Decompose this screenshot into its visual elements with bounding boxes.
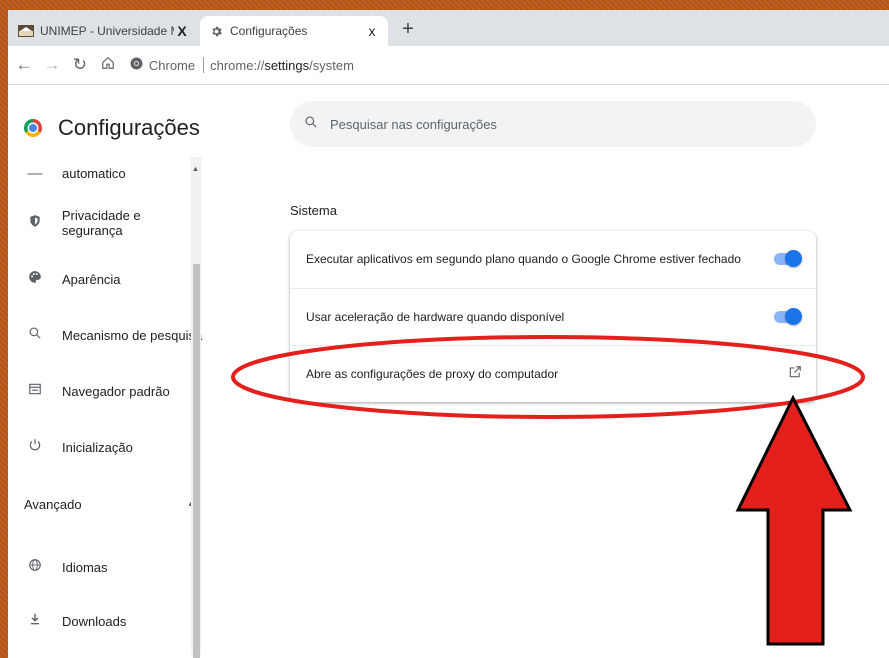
sidebar-scrollbar-thumb[interactable]: [193, 264, 200, 658]
tab-strip: UNIMEP - Universidade Metodist X Configu…: [8, 10, 889, 46]
settings-header: Configurações: [24, 115, 200, 141]
search-placeholder: Pesquisar nas configurações: [330, 116, 497, 132]
chip-label: Chrome: [148, 57, 196, 73]
search-icon: [304, 115, 318, 133]
sidebar-item-label: Privacidade e segurança: [61, 208, 141, 238]
chrome-logo-icon: [24, 119, 42, 137]
sidebar-item-default-browser[interactable]: Navegador padrão: [8, 377, 204, 405]
background-apps-toggle[interactable]: [774, 250, 802, 267]
palette-icon: [26, 270, 44, 288]
setting-row-hardware-acceleration[interactable]: Usar aceleração de hardware quando dispo…: [290, 288, 816, 344]
address-bar[interactable]: Chrome chrome://settings/system: [130, 51, 889, 79]
browser-icon: [26, 382, 44, 400]
new-tab-button[interactable]: +: [396, 18, 420, 41]
back-icon[interactable]: ←: [12, 55, 36, 75]
sidebar-item-privacy[interactable]: Privacidade e segurança: [8, 208, 204, 238]
home-icon[interactable]: [96, 55, 120, 75]
url-path: /system: [309, 57, 354, 73]
sidebar-item-label: Idiomas: [62, 559, 108, 575]
sidebar-item-label: Mecanismo de pesquisa: [62, 327, 203, 343]
advanced-toggle[interactable]: Avançado ▲: [24, 497, 194, 512]
sidebar-item-startup[interactable]: Inicialização: [8, 433, 204, 461]
sidebar-item-languages[interactable]: Idiomas: [8, 553, 204, 581]
sidebar-item-downloads[interactable]: Downloads: [8, 607, 204, 635]
chrome-chip: Chrome: [130, 57, 205, 73]
external-link-icon[interactable]: [788, 365, 802, 382]
minus-icon: —: [27, 164, 43, 182]
tab-title: UNIMEP - Universidade Metodist: [40, 24, 174, 38]
browser-window: UNIMEP - Universidade Metodist X Configu…: [8, 10, 889, 658]
sidebar-item-label: Inicialização: [62, 439, 133, 455]
setting-label: Usar aceleração de hardware quando dispo…: [306, 309, 565, 324]
search-input[interactable]: Pesquisar nas configurações: [290, 101, 816, 147]
close-tab-button[interactable]: x: [364, 23, 380, 39]
tab-unimep[interactable]: UNIMEP - Universidade Metodist X: [10, 16, 198, 46]
setting-row-background-apps[interactable]: Executar aplicativos em segundo plano qu…: [290, 231, 816, 287]
forward-icon[interactable]: →: [40, 55, 64, 75]
sidebar-item-label: Navegador padrão: [62, 383, 170, 399]
sidebar-item-partial[interactable]: — automatico: [8, 159, 204, 187]
power-icon: [26, 438, 44, 456]
settings-page: Configurações Pesquisar nas configuraçõe…: [8, 85, 889, 658]
hardware-acceleration-toggle[interactable]: [774, 307, 802, 325]
page-title: Configurações: [58, 115, 200, 140]
reload-icon[interactable]: ↻: [68, 55, 92, 75]
setting-row-proxy[interactable]: Abre as configurações de proxy do comput…: [290, 345, 816, 401]
tab-title: Configurações: [230, 24, 308, 38]
search-icon: [26, 326, 44, 344]
gear-icon: [208, 24, 224, 38]
url-prefix: chrome://: [210, 57, 265, 73]
setting-label: Executar aplicativos em segundo plano qu…: [306, 252, 741, 266]
shield-icon: [26, 213, 44, 233]
download-icon: [26, 612, 44, 630]
toolbar: ← → ↻ Chrome chrome://settings/system: [8, 46, 889, 85]
sidebar-item-label: Aparência: [62, 271, 121, 287]
advanced-label: Avançado: [24, 497, 82, 512]
sidebar-item-appearance[interactable]: Aparência: [8, 265, 204, 293]
system-settings-card: Executar aplicativos em segundo plano qu…: [290, 231, 816, 402]
chrome-logo-icon: [130, 57, 143, 73]
setting-label: Abre as configurações de proxy do comput…: [306, 366, 559, 381]
close-tab-button[interactable]: X: [174, 23, 190, 39]
sidebar: — automatico Privacidade e segurança Apa…: [8, 155, 204, 658]
globe-icon: [26, 558, 44, 576]
section-title: Sistema: [290, 203, 337, 218]
unimep-logo-icon: [18, 24, 34, 38]
scroll-up-arrow-icon[interactable]: ▲: [192, 166, 199, 173]
sidebar-item-label: Downloads: [62, 613, 127, 629]
tab-settings[interactable]: Configurações x: [200, 16, 388, 46]
sidebar-item-search-engine[interactable]: Mecanismo de pesquisa: [8, 321, 204, 349]
url-host: settings: [264, 57, 310, 73]
sidebar-item-label: automatico: [62, 165, 126, 181]
